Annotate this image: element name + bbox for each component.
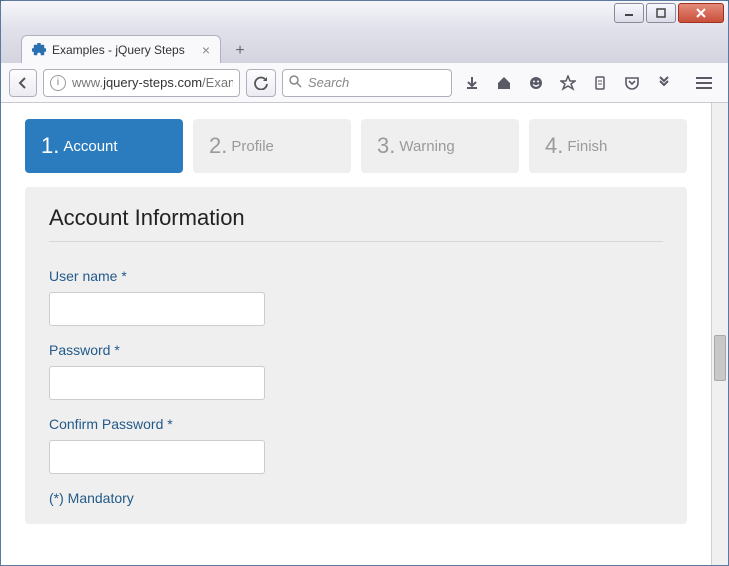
password-input[interactable]: [49, 366, 265, 400]
bookmark-star-icon[interactable]: [554, 69, 582, 97]
page-content: 1. Account 2. Profile 3. Warning 4. Fini…: [1, 103, 711, 565]
maximize-button[interactable]: [646, 3, 676, 23]
tab-close-icon[interactable]: ×: [202, 42, 210, 58]
search-placeholder: Search: [308, 75, 349, 90]
url-text: www.jquery-steps.com/Example: [72, 75, 233, 90]
password-label: Password *: [49, 342, 663, 358]
step-account[interactable]: 1. Account: [25, 119, 183, 173]
browser-tab-active[interactable]: Examples - jQuery Steps ×: [21, 35, 221, 63]
overflow-icon[interactable]: [650, 69, 678, 97]
reload-button[interactable]: [246, 69, 276, 97]
new-tab-button[interactable]: +: [227, 39, 253, 63]
close-button[interactable]: [678, 3, 724, 23]
viewport: 1. Account 2. Profile 3. Warning 4. Fini…: [1, 103, 728, 565]
tab-strip: Examples - jQuery Steps × +: [1, 31, 728, 63]
menu-button[interactable]: [688, 69, 720, 97]
smiley-icon[interactable]: [522, 69, 550, 97]
field-confirm-password: Confirm Password *: [49, 416, 663, 474]
wizard-panel: Account Information User name * Password…: [25, 187, 687, 524]
clipboard-icon[interactable]: [586, 69, 614, 97]
browser-toolbar: i www.jquery-steps.com/Example Search: [1, 63, 728, 103]
username-input[interactable]: [49, 292, 265, 326]
step-warning[interactable]: 3. Warning: [361, 119, 519, 173]
pocket-icon[interactable]: [618, 69, 646, 97]
confirm-password-label: Confirm Password *: [49, 416, 663, 432]
step-profile[interactable]: 2. Profile: [193, 119, 351, 173]
back-button[interactable]: [9, 69, 37, 97]
field-username: User name *: [49, 268, 663, 326]
home-icon[interactable]: [490, 69, 518, 97]
downloads-icon[interactable]: [458, 69, 486, 97]
panel-title: Account Information: [49, 205, 663, 242]
username-label: User name *: [49, 268, 663, 284]
field-password: Password *: [49, 342, 663, 400]
site-info-icon[interactable]: i: [50, 75, 66, 91]
step-finish[interactable]: 4. Finish: [529, 119, 687, 173]
puzzle-icon: [32, 43, 46, 57]
vertical-scrollbar[interactable]: [711, 103, 728, 565]
confirm-password-input[interactable]: [49, 440, 265, 474]
address-bar[interactable]: i www.jquery-steps.com/Example: [43, 69, 240, 97]
window-titlebar: [1, 1, 728, 31]
search-icon: [289, 75, 302, 91]
wizard-steps: 1. Account 2. Profile 3. Warning 4. Fini…: [25, 119, 687, 173]
search-box[interactable]: Search: [282, 69, 452, 97]
scrollbar-thumb[interactable]: [714, 335, 726, 381]
mandatory-note: (*) Mandatory: [49, 490, 663, 506]
minimize-button[interactable]: [614, 3, 644, 23]
browser-window: Examples - jQuery Steps × + i www.jquery…: [0, 0, 729, 566]
tab-title: Examples - jQuery Steps: [52, 43, 185, 57]
toolbar-icons: [458, 69, 678, 97]
